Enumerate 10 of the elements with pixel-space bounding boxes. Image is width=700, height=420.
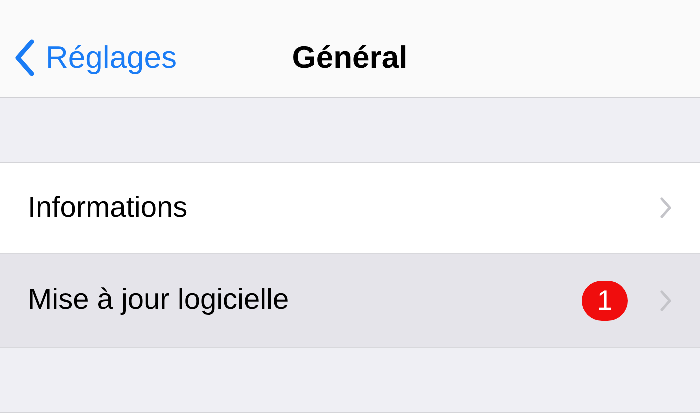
row-label: Informations <box>28 192 189 224</box>
back-button[interactable]: Réglages <box>0 38 177 76</box>
settings-row[interactable]: Informations <box>0 163 700 254</box>
back-chevron-icon <box>14 38 36 76</box>
chevron-icon <box>660 197 672 219</box>
screen-title: Général <box>292 40 408 76</box>
chevron-icon <box>660 290 672 312</box>
row-label: Mise à jour logicielle <box>28 284 290 317</box>
notification-badge: 1 <box>582 280 628 320</box>
settings-row[interactable]: Mise à jour logicielle 1 <box>0 254 700 348</box>
